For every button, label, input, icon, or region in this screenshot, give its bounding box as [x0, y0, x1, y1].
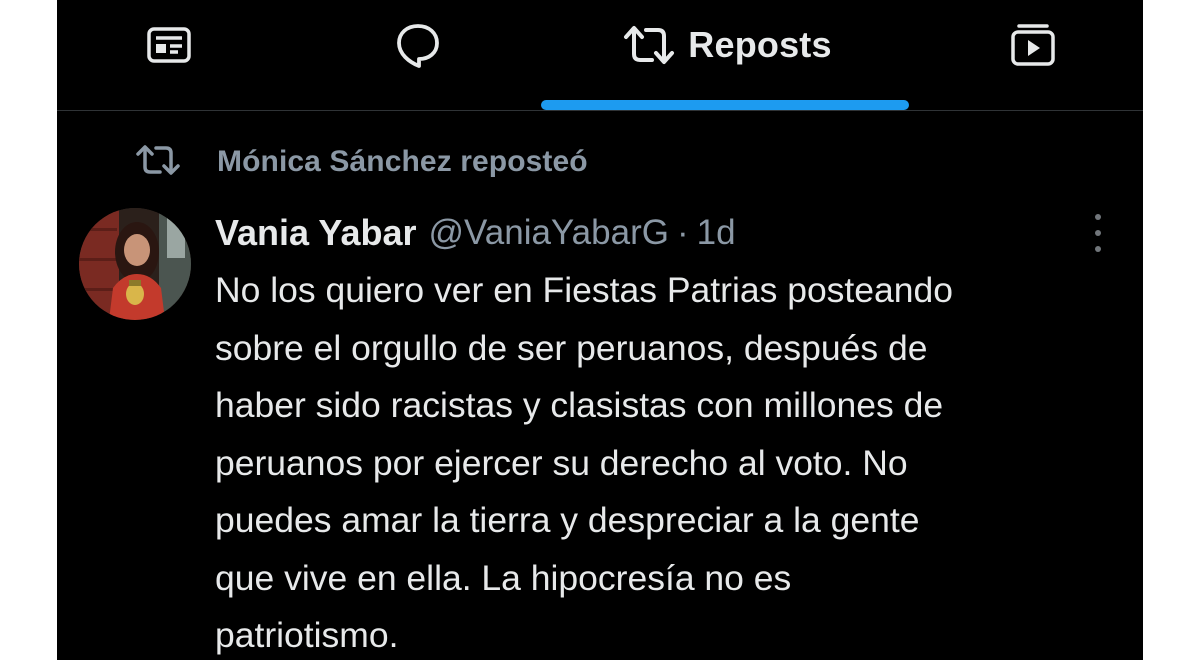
tweet-text-line: haber sido racistas y clasistas con mill… — [215, 385, 944, 425]
separator-dot: · — [676, 213, 689, 252]
video-icon — [1009, 21, 1057, 69]
tab-replies[interactable] — [383, 12, 453, 78]
repost-context[interactable]: Mónica Sánchez reposteó — [135, 140, 588, 184]
more-dot-icon — [1095, 246, 1101, 252]
app-screen: Reposts Mónica Sánchez reposteó Vania Ya… — [57, 0, 1143, 660]
tweet-text-line: peruanos por ejercer su derecho al voto.… — [215, 442, 908, 483]
tweet-text-line: puedes amar la tierra y despreciar a la … — [215, 500, 920, 540]
tweet-text-line: No los quiero ver en Fiestas Patrias pos… — [215, 270, 954, 310]
more-options-button[interactable] — [1087, 212, 1109, 254]
avatar[interactable] — [79, 208, 191, 320]
tweet-header: Vania Yabar @VaniaYabarG · 1d — [215, 208, 736, 258]
tweet-timestamp[interactable]: 1d — [697, 213, 736, 253]
author-handle[interactable]: @VaniaYabarG — [428, 213, 668, 253]
tweet-text-line: que vive en ella. La hipocresía no es — [215, 557, 792, 598]
repost-icon — [135, 143, 181, 182]
tab-articles[interactable] — [139, 12, 199, 78]
tweet-text: No los quiero ver en Fiestas Patrias pos… — [215, 262, 1125, 660]
tab-reposts-label: Reposts — [688, 24, 832, 65]
reply-bubble-icon — [393, 20, 443, 70]
more-dot-icon — [1095, 214, 1101, 220]
tweet-text-line: patriotismo. — [215, 615, 399, 655]
tab-media[interactable] — [1003, 12, 1063, 78]
author-name[interactable]: Vania Yabar — [215, 212, 416, 254]
repost-icon — [622, 24, 676, 66]
active-tab-indicator — [541, 100, 909, 110]
article-icon — [145, 23, 193, 67]
profile-tab-bar: Reposts — [57, 0, 1143, 111]
more-dot-icon — [1095, 230, 1101, 236]
tweet-text-line: sobre el orgullo de ser peruanos, despué… — [215, 327, 928, 368]
repost-context-label: Mónica Sánchez reposteó — [217, 145, 588, 178]
tab-reposts[interactable]: Reposts — [597, 12, 857, 78]
